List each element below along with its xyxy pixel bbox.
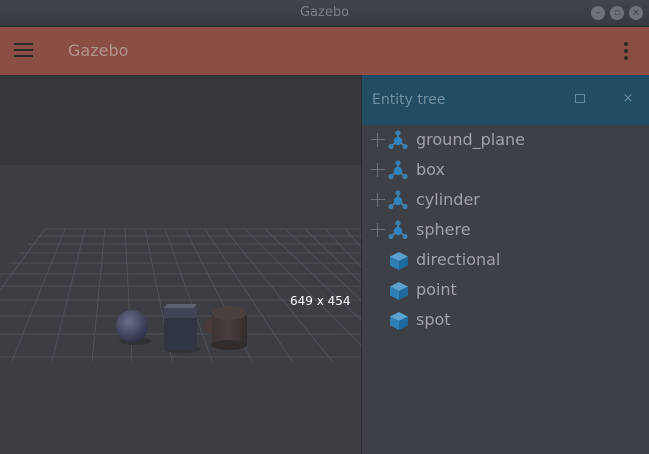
tree-item-label: directional: [416, 250, 501, 269]
tree-item-box[interactable]: box: [362, 155, 649, 185]
tree-item-point[interactable]: point: [362, 275, 649, 305]
light-cube-icon: [390, 282, 408, 300]
expand-icon[interactable]: [371, 223, 385, 237]
expand-icon[interactable]: [371, 193, 385, 207]
tree-item-label: point: [416, 280, 457, 299]
entity-tree-panel: Entity tree × ground_plane box cylinder …: [361, 75, 649, 454]
tree-item-sphere[interactable]: sphere: [362, 215, 649, 245]
kebab-menu-icon[interactable]: [621, 41, 631, 61]
entity-tree-header: Entity tree ×: [362, 75, 649, 125]
tree-item-label: box: [416, 160, 445, 179]
box-model[interactable]: [164, 304, 197, 350]
model-icon: [388, 190, 408, 210]
close-icon[interactable]: ×: [629, 6, 643, 20]
model-icon: [388, 220, 408, 240]
model-icon: [388, 160, 408, 180]
tree-item-spot[interactable]: spot: [362, 305, 649, 335]
tree-item-directional[interactable]: directional: [362, 245, 649, 275]
light-cube-icon: [390, 312, 408, 330]
maximize-icon[interactable]: ▫: [610, 6, 624, 20]
scene-3d-view[interactable]: 649 x 454: [0, 75, 361, 454]
tree-item-cylinder[interactable]: cylinder: [362, 185, 649, 215]
app-header: Gazebo: [0, 27, 649, 75]
sphere-model[interactable]: [116, 310, 148, 342]
window-title: Gazebo: [299, 5, 350, 20]
expand-icon[interactable]: [371, 163, 385, 177]
expand-icon[interactable]: [371, 133, 385, 147]
restore-icon[interactable]: [572, 91, 588, 107]
window-titlebar: Gazebo – ▫ ×: [0, 0, 649, 27]
app-title: Gazebo: [68, 41, 129, 60]
tree-item-label: spot: [416, 310, 451, 329]
tree-item-label: ground_plane: [416, 130, 525, 149]
scene-canvas: [0, 75, 361, 454]
tree-item-label: cylinder: [416, 190, 480, 209]
light-cube-icon: [390, 252, 408, 270]
tree-item-ground-plane[interactable]: ground_plane: [362, 125, 649, 155]
tree-item-label: sphere: [416, 220, 471, 239]
close-icon[interactable]: ×: [620, 91, 636, 107]
viewport-size-label: 649 x 454: [290, 294, 351, 308]
hamburger-menu-icon[interactable]: [14, 42, 34, 58]
model-icon: [388, 130, 408, 150]
minimize-icon[interactable]: –: [591, 6, 605, 20]
entity-tree-title: Entity tree: [372, 92, 446, 108]
